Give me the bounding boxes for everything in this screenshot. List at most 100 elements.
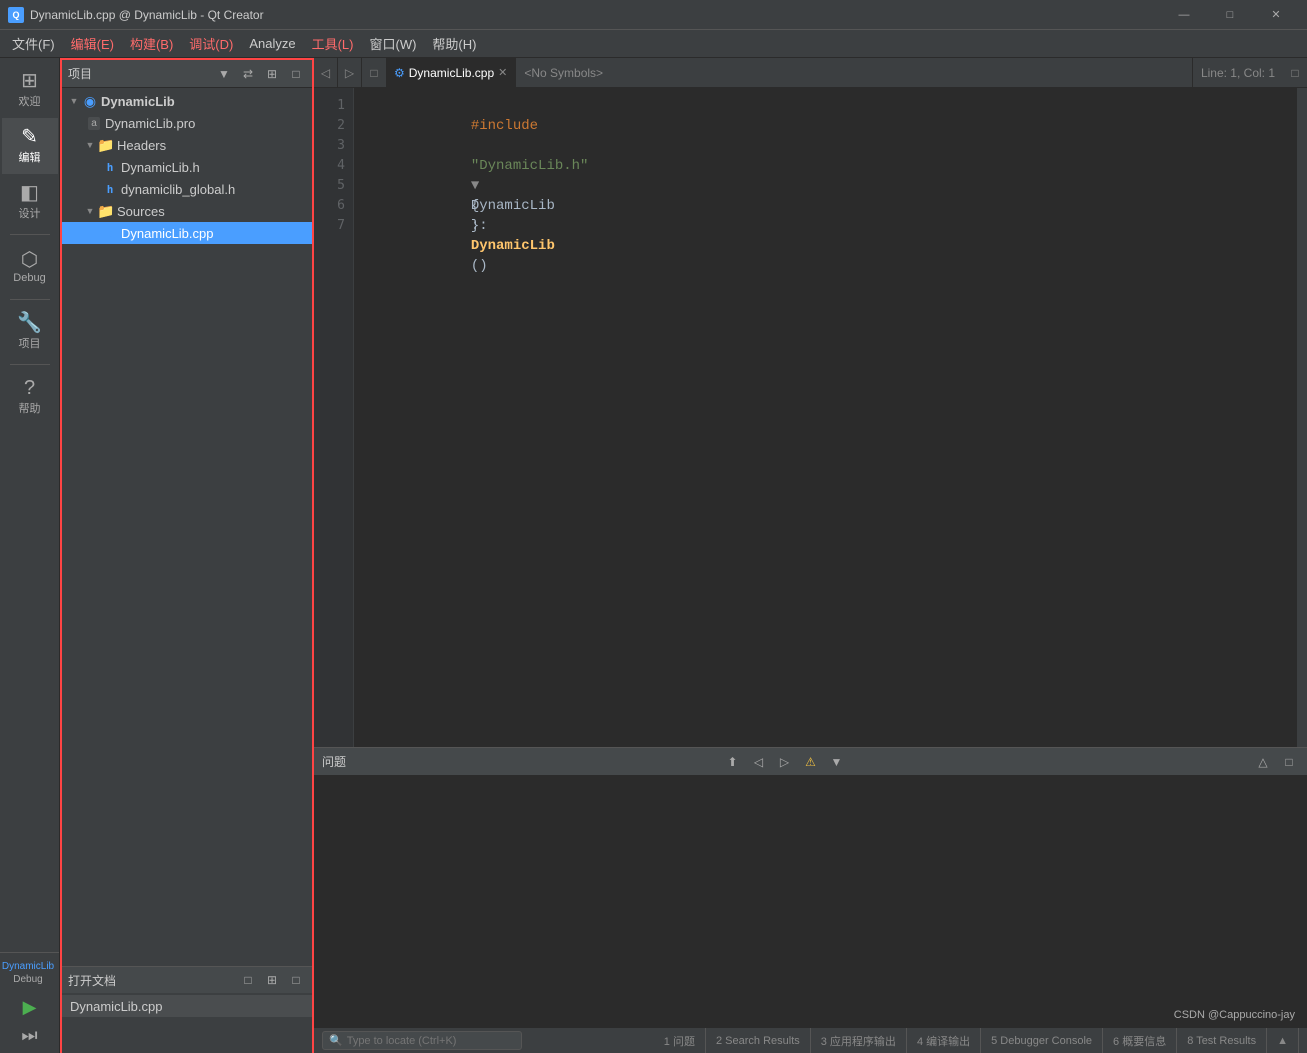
issue-warn-btn[interactable]: ⚠ xyxy=(801,752,821,772)
projects-label: 项目 xyxy=(19,335,41,351)
menu-bar: 文件(F) 编辑(E) 构建(B) 调试(D) Analyze 工具(L) 窗口… xyxy=(0,30,1307,58)
title-text: DynamicLib.cpp @ DynamicLib - Qt Creator xyxy=(30,8,1161,22)
space-1 xyxy=(471,138,479,154)
status-tab-compile[interactable]: 4 编译输出 xyxy=(907,1028,981,1053)
line-col-text: Line: 1, Col: 1 xyxy=(1201,66,1275,80)
close-panel-btn[interactable]: □ xyxy=(286,64,306,84)
app-icon: Q xyxy=(8,7,24,23)
tab-cpp-label: DynamicLib.cpp xyxy=(409,66,494,80)
tab-close-btn[interactable]: ✕ xyxy=(498,66,507,79)
minimize-button[interactable]: — xyxy=(1161,0,1207,30)
tree-label-sources: Sources xyxy=(117,204,312,219)
debug-run-button[interactable]: ⏭ xyxy=(16,1021,44,1049)
tree-item-dynamiclib-root[interactable]: ▼ ◉ DynamicLib xyxy=(62,90,312,112)
debug-icon: ⬡ xyxy=(21,250,38,270)
projects-icon: 🔧 xyxy=(17,313,42,333)
include-string: "DynamicLib.h" xyxy=(471,158,589,174)
status-tab-test[interactable]: 8 Test Results xyxy=(1177,1028,1267,1053)
open-docs-btn2[interactable]: ⊞ xyxy=(262,970,282,990)
menu-analyze[interactable]: Analyze xyxy=(241,32,303,55)
sync-btn[interactable]: ⇄ xyxy=(238,64,258,84)
welcome-icon: ⊞ xyxy=(21,71,38,91)
nav-list-btn[interactable]: □ xyxy=(362,58,386,87)
search-icon: 🔍 xyxy=(329,1034,343,1047)
tree-item-pro[interactable]: a DynamicLib.pro xyxy=(62,112,312,134)
sidebar-kit[interactable]: DynamicLib Debug xyxy=(0,953,56,993)
filter-btn[interactable]: ▼ xyxy=(214,64,234,84)
bottom-panel-toolbar: 问题 ⬆ ◁ ▷ ⚠ ▼ △ □ xyxy=(314,748,1307,776)
menu-window[interactable]: 窗口(W) xyxy=(361,30,424,57)
open-docs-btn1[interactable]: □ xyxy=(238,970,258,990)
menu-tools[interactable]: 工具(L) xyxy=(304,30,362,57)
close-button[interactable]: ✕ xyxy=(1253,0,1299,30)
sidebar-item-design[interactable]: ◧ 设计 xyxy=(2,174,58,230)
editor-scrollbar[interactable] xyxy=(1297,88,1307,747)
sidebar-divider-3 xyxy=(10,364,50,365)
line-num-1: 1 xyxy=(314,96,353,116)
menu-help[interactable]: 帮助(H) xyxy=(424,30,484,57)
sidebar-item-edit[interactable]: ✎ 编辑 xyxy=(2,118,58,174)
nav-forward-btn[interactable]: ▷ xyxy=(338,58,362,87)
tab-dynamiclib-cpp[interactable]: ⚙ DynamicLib.cpp ✕ xyxy=(386,58,516,87)
open-doc-cpp[interactable]: DynamicLib.cpp xyxy=(62,995,312,1017)
menu-file[interactable]: 文件(F) xyxy=(4,30,63,57)
maximize-button[interactable]: □ xyxy=(1207,0,1253,30)
nav-back-btn[interactable]: ◁ xyxy=(314,58,338,87)
code-line-1: #include "DynamicLib.h" xyxy=(370,96,1281,116)
split-editor-btn[interactable]: □ xyxy=(1283,58,1307,87)
arrow-headers: ▼ xyxy=(82,137,98,153)
status-tab-search[interactable]: 2 Search Results xyxy=(706,1028,811,1053)
tab-cpp-icon: ⚙ xyxy=(394,66,405,80)
split-btn[interactable]: ⊞ xyxy=(262,64,282,84)
code-line-7 xyxy=(370,216,1281,236)
tab-symbols: <No Symbols> xyxy=(516,58,1193,87)
header-icon-1: h xyxy=(102,159,118,175)
tree-label-headers: Headers xyxy=(117,138,312,153)
tree-item-dynamiclib-cpp[interactable]: c DynamicLib.cpp xyxy=(62,222,312,244)
status-tab-app-output[interactable]: 3 应用程序输出 xyxy=(811,1028,907,1053)
tree-label-dynamiclib-cpp: DynamicLib.cpp xyxy=(121,226,312,241)
line-num-5: 5 xyxy=(314,176,353,196)
arrow-sources: ▼ xyxy=(82,203,98,219)
project-panel-title: 项目 xyxy=(68,65,210,82)
tree-item-headers[interactable]: ▼ 📁 Headers xyxy=(62,134,312,156)
code-editor[interactable]: #include "DynamicLib.h" ▼ DynamicLib :: … xyxy=(354,88,1297,747)
tree-label-dynamiclib-h: DynamicLib.h xyxy=(121,160,312,175)
edit-label: 编辑 xyxy=(19,149,41,165)
issue-next-btn[interactable]: ▷ xyxy=(775,752,795,772)
menu-build[interactable]: 构建(B) xyxy=(122,30,181,57)
kit-name: DynamicLib xyxy=(2,961,54,972)
status-tab-issues[interactable]: 1 问题 xyxy=(654,1028,706,1053)
panel-up-btn[interactable]: △ xyxy=(1253,752,1273,772)
menu-edit[interactable]: 编辑(E) xyxy=(63,30,122,57)
tree-item-dynamiclib-h[interactable]: h DynamicLib.h xyxy=(62,156,312,178)
menu-debug[interactable]: 调试(D) xyxy=(181,30,241,57)
search-input[interactable] xyxy=(347,1035,497,1047)
panel-close2-btn[interactable]: □ xyxy=(1279,752,1299,772)
fold-arrow-4[interactable]: ▼ xyxy=(471,178,479,194)
issue-prev-btn[interactable]: ◁ xyxy=(749,752,769,772)
sidebar-item-help[interactable]: ? 帮助 xyxy=(2,369,58,425)
issue-filter2-btn[interactable]: ▼ xyxy=(827,752,847,772)
sidebar-item-projects[interactable]: 🔧 项目 xyxy=(2,304,58,360)
status-tab-debugger[interactable]: 5 Debugger Console xyxy=(981,1028,1103,1053)
run-button[interactable]: ▶ xyxy=(16,993,44,1021)
sidebar-icons: ⊞ 欢迎 ✎ 编辑 ◧ 设计 ⬡ Debug 🔧 项目 xyxy=(0,62,59,425)
sidebar-divider-1 xyxy=(10,234,50,235)
issue-filter-btn[interactable]: ⬆ xyxy=(723,752,743,772)
tree-item-global-h[interactable]: h dynamiclib_global.h xyxy=(62,178,312,200)
tree-item-sources[interactable]: ▼ 📁 Sources xyxy=(62,200,312,222)
design-icon: ◧ xyxy=(20,183,39,203)
line-num-2: 2 xyxy=(314,116,353,136)
sidebar-item-debug[interactable]: ⬡ Debug xyxy=(2,239,58,295)
open-docs-btn3[interactable]: □ xyxy=(286,970,306,990)
status-arrow-btn[interactable]: ▲ xyxy=(1267,1028,1299,1053)
status-left: 🔍 xyxy=(322,1031,654,1050)
locate-search[interactable]: 🔍 xyxy=(322,1031,522,1050)
tree-label-root: DynamicLib xyxy=(101,94,312,109)
status-tab-general[interactable]: 6 概要信息 xyxy=(1103,1028,1177,1053)
project-panel-toolbar: 项目 ▼ ⇄ ⊞ □ xyxy=(62,60,312,88)
sidebar-item-welcome[interactable]: ⊞ 欢迎 xyxy=(2,62,58,118)
editor-content[interactable]: 1 2 3 4 5 6 7 #include "DynamicLib.h" xyxy=(314,88,1307,747)
arrow-root: ▼ xyxy=(66,93,82,109)
